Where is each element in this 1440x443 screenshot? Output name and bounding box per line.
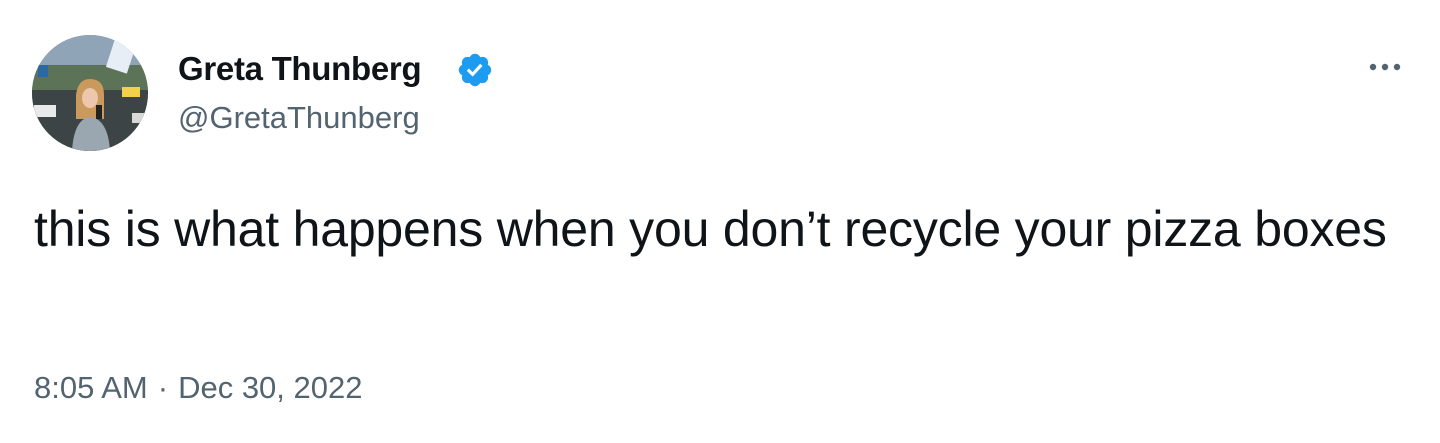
avatar-photo — [32, 35, 148, 151]
tweet-text: this is what happens when you don’t recy… — [34, 201, 1387, 257]
tweet-card: Greta Thunberg @GretaThunberg this is wh… — [0, 0, 1440, 443]
tweet-timestamp: 8:05 AM · Dec 30, 2022 — [34, 370, 363, 406]
timestamp-separator: · — [157, 370, 169, 405]
author-avatar[interactable] — [32, 35, 148, 151]
tweet-time-link[interactable]: 8:05 AM — [34, 370, 148, 405]
more-options-icon[interactable] — [1362, 52, 1408, 82]
author-handle[interactable]: @GretaThunberg — [178, 100, 420, 136]
verified-badge-icon — [458, 53, 492, 87]
author-display-name[interactable]: Greta Thunberg — [178, 50, 422, 88]
tweet-date-link[interactable]: Dec 30, 2022 — [178, 370, 362, 405]
